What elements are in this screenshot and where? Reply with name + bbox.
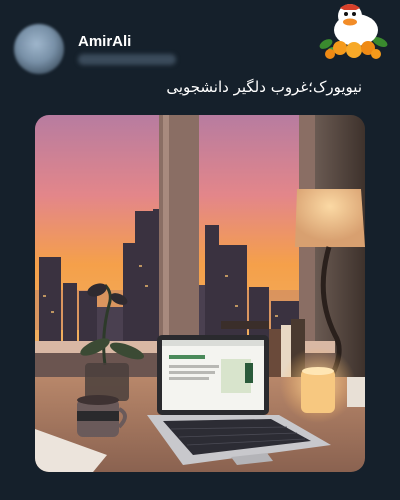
author-name[interactable]: AmirAli: [78, 33, 131, 50]
sunset-desk-illustration: [35, 115, 365, 472]
duck-sticker-icon: [316, 2, 392, 60]
tweet-text: نیویورک؛غروب دلگیر دانشجویی: [166, 78, 362, 96]
post-photo[interactable]: [35, 115, 365, 472]
author-handle-blurred: [78, 54, 176, 65]
avatar[interactable]: [14, 24, 64, 74]
